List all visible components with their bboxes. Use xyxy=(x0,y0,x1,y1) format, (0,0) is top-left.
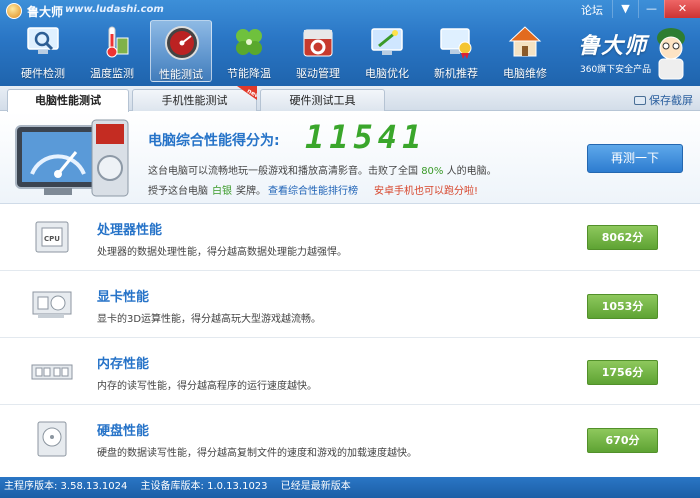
score-label: 电脑综合性能得分为: xyxy=(148,133,280,149)
tab-bar: 电脑性能测试 手机性能测试 硬件测试工具 xyxy=(0,86,700,112)
tab-pc-performance[interactable]: 电脑性能测试 xyxy=(7,89,129,112)
app-title: 鲁大师 xyxy=(27,5,64,19)
graphics-card-icon xyxy=(32,291,72,318)
mascot-icon xyxy=(657,28,685,80)
close-button[interactable]: ✕ xyxy=(664,0,700,18)
monitor-wand-icon xyxy=(371,28,403,55)
nav-temperature[interactable]: 温度监测 xyxy=(81,20,143,82)
retest-button[interactable]: 再测一下 xyxy=(587,144,683,173)
metric-score-badge[interactable]: 1053分 xyxy=(587,294,658,319)
brand-name: 鲁大师 xyxy=(578,34,648,59)
forum-link[interactable]: 论坛 xyxy=(581,2,603,18)
status-bar: 主程序版本: 3.58.13.1024 主设备库版本: 1.0.13.1023 … xyxy=(0,477,700,498)
nav-label: 温度监测 xyxy=(90,67,134,80)
nav-optimize[interactable]: 电脑优化 xyxy=(356,20,418,82)
metric-score-badge[interactable]: 8062分 xyxy=(587,225,658,250)
save-screenshot-label: 保存截屏 xyxy=(649,94,693,107)
hard-disk-icon xyxy=(37,421,67,457)
thermometer-icon xyxy=(106,26,129,58)
metric-row-cpu: CPU 处理器性能 处理器的数据处理性能，得分越高数据处理能力越强悍。 8062… xyxy=(0,205,700,271)
memory-stick-icon xyxy=(31,364,73,380)
metric-title: 处理器性能 xyxy=(97,223,163,238)
score-description: 这台电脑可以流畅地玩一般游戏和播放高清影音。击败了全国 80% 人的电脑。 xyxy=(148,162,497,177)
monitor-gauge-icon xyxy=(15,119,129,197)
metric-row-memory: 内存性能 内存的读写性能，得分越高程序的运行速度越快。 1756分 xyxy=(0,339,700,405)
cpu-chip-icon: CPU xyxy=(35,221,69,253)
nav-label: 硬件检测 xyxy=(21,67,65,80)
new-badge-icon: new xyxy=(237,86,257,100)
metric-description: 硬盘的数据读写性能，得分越高复制文件的速度和游戏的加载速度越快。 xyxy=(97,448,417,459)
metric-description: 处理器的数据处理性能，得分越高数据处理能力越强悍。 xyxy=(97,247,347,258)
device-db-version: 主设备库版本: 1.0.13.1023 xyxy=(140,481,268,492)
mobile-benchmark-link[interactable]: 安卓手机也可以跑分啦! xyxy=(374,186,478,197)
metric-score-badge[interactable]: 670分 xyxy=(587,428,658,453)
svg-text:CPU: CPU xyxy=(44,235,60,243)
brand-subtitle: 360旗下安全产品 xyxy=(580,65,652,75)
nav-label: 节能降温 xyxy=(227,67,271,80)
save-screenshot-link[interactable]: 保存截屏 xyxy=(634,92,693,108)
house-icon xyxy=(508,26,542,57)
nav-performance-test[interactable]: 性能测试 xyxy=(150,20,212,82)
metric-row-gpu: 显卡性能 显卡的3D运算性能，得分越高玩大型游戏越流畅。 1053分 xyxy=(0,272,700,338)
monitor-medal-icon xyxy=(440,28,472,59)
score-value: 11541 xyxy=(305,118,427,156)
app-url: www.ludashi.com xyxy=(65,4,164,15)
leaf-clover-icon xyxy=(236,29,262,55)
score-desc-prefix: 这台电脑可以流畅地玩一般游戏和播放高清影音。击败了全国 xyxy=(148,166,418,177)
award-medal: 白银 xyxy=(212,186,232,197)
program-version: 主程序版本: 3.58.13.1024 xyxy=(4,481,128,492)
nav-label: 驱动管理 xyxy=(296,67,340,80)
minimize-button[interactable]: — xyxy=(638,0,664,18)
title-toolbar: 鲁大师 www.ludashi.com 论坛 ▼ — ✕ 硬件检测 温度监测 性… xyxy=(0,0,700,86)
metric-description: 显卡的3D运算性能，得分越高玩大型游戏越流畅。 xyxy=(97,314,322,325)
metric-title: 显卡性能 xyxy=(97,290,150,305)
menu-dropdown-button[interactable]: ▼ xyxy=(612,0,638,18)
nav-new-pc[interactable]: 新机推荐 xyxy=(425,20,487,82)
nav-label: 新机推荐 xyxy=(434,67,478,80)
metric-title: 内存性能 xyxy=(97,357,150,372)
nav-repair[interactable]: 电脑维修 xyxy=(494,20,556,82)
metric-title: 硬盘性能 xyxy=(97,424,150,439)
nav-driver-manage[interactable]: 驱动管理 xyxy=(287,20,349,82)
camera-icon xyxy=(634,96,646,105)
gear-box-icon xyxy=(303,29,333,57)
award-prefix: 授予这台电脑 xyxy=(148,186,208,197)
metric-description: 内存的读写性能，得分越高程序的运行速度越快。 xyxy=(97,381,317,392)
nav-energy-saving[interactable]: 节能降温 xyxy=(218,20,280,82)
tab-hardware-tools[interactable]: 硬件测试工具 xyxy=(260,89,385,111)
score-desc-suffix: 人的电脑。 xyxy=(446,166,497,177)
app-logo-icon xyxy=(6,3,22,19)
ranking-link[interactable]: 查看综合性能排行榜 xyxy=(268,186,358,197)
nav-label: 电脑维修 xyxy=(503,67,547,80)
award-line: 授予这台电脑 白银 奖牌。 查看综合性能排行榜 安卓手机也可以跑分啦! xyxy=(148,182,478,197)
nav-label: 性能测试 xyxy=(159,68,203,81)
update-status: 已经是最新版本 xyxy=(280,481,351,492)
score-percent: 80% xyxy=(421,166,444,177)
metric-row-disk: 硬盘性能 硬盘的数据读写性能，得分越高复制文件的速度和游戏的加载速度越快。 67… xyxy=(0,406,700,476)
award-suffix: 奖牌。 xyxy=(236,186,266,197)
metric-score-badge[interactable]: 1756分 xyxy=(587,360,658,385)
speedometer-icon xyxy=(165,26,199,60)
nav-label: 电脑优化 xyxy=(365,67,409,80)
monitor-magnifier-icon xyxy=(27,27,59,54)
nav-hardware-detect[interactable]: 硬件检测 xyxy=(12,20,74,82)
